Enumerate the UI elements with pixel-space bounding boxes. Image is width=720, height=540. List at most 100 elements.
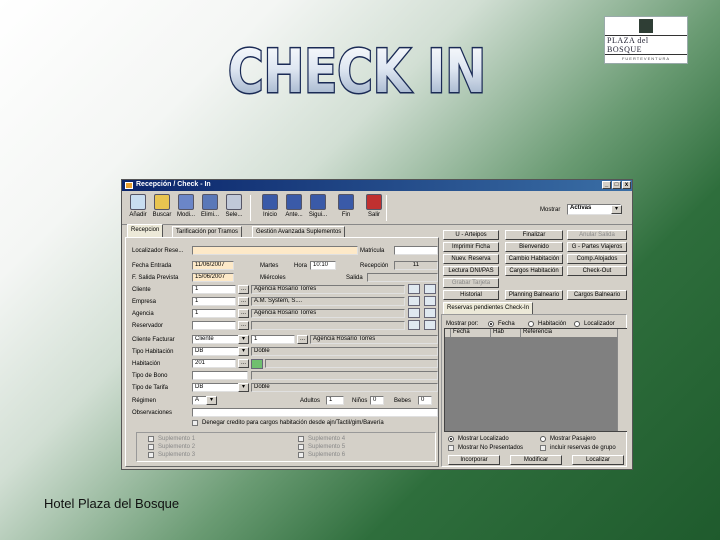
ninos-input[interactable]: 0 [370,396,384,405]
tipo-habitacion-dropdown-icon[interactable]: ▾ [238,347,249,356]
habitacion-input[interactable]: 201 [192,359,236,368]
facturar-code-input[interactable]: 1 [251,335,295,344]
maximize-button[interactable]: □ [612,181,621,189]
suplemento-6-checkbox[interactable] [298,452,304,458]
facturar-lookup-button[interactable]: ... [297,335,308,344]
action-button-4[interactable]: Imprimir Ficha [443,242,499,252]
minimize-button[interactable]: _ [602,181,611,189]
adultos-label: Adultos [300,398,321,404]
toolbar-button-1[interactable]: Añadir [126,194,150,224]
cliente-facturar-dropdown-icon[interactable]: ▾ [238,335,249,344]
reservador-code-input[interactable] [192,321,236,330]
empresa-code-input[interactable]: 1 [192,297,236,306]
empresa-lookup-button[interactable]: ... [238,297,249,306]
no-presentados-checkbox[interactable] [448,445,454,451]
bebes-input[interactable]: 0 [418,396,432,405]
toolbar-button-6[interactable]: Inicio [258,194,282,224]
toolbar-button-9[interactable]: Fin [334,194,358,224]
fecha-salida-input[interactable]: 15/06/2007 [192,273,234,282]
salida-label: Salida [346,275,363,281]
suplemento-3-checkbox[interactable] [148,452,154,458]
grabar-tarjeta-button[interactable]: Grabar Tarjeta [443,278,499,288]
grid-scrollbar[interactable] [617,329,627,431]
tab-suplementos[interactable]: Gestión Avanzada Suplementos [252,226,346,237]
toolbar-button-8[interactable]: Sigui... [306,194,330,224]
tab-reservas-pendientes[interactable]: Reservas pendientes Check-In [443,302,534,314]
toolbar-button-7[interactable]: Ante... [282,194,306,224]
tipo-tarifa-dropdown-icon[interactable]: ▾ [238,383,249,392]
localizar-button[interactable]: Localizar [572,455,624,465]
fecha-entrada-input[interactable]: 11/06/2007 [192,261,234,270]
toolbar-button-10[interactable]: Salir [362,194,386,224]
historial-button[interactable]: Historial [443,290,499,300]
toolbar-button-2[interactable]: Buscar [150,194,174,224]
radio-localizador[interactable] [574,321,580,327]
action-button-5[interactable]: Bienvenido [505,242,563,252]
recepcion-input: 11 [394,261,438,270]
agencia-code-input[interactable]: 1 [192,309,236,318]
suplemento-5-checkbox[interactable] [298,444,304,450]
pending-reservations-grid[interactable]: Fecha Hab Referencia [444,328,627,432]
suplemento-2-label: Suplemento 2 [158,444,196,450]
suplemento-3-label: Suplemento 3 [158,452,196,458]
action-button-6[interactable]: G - Partes Viajeros [567,242,627,252]
col-referencia[interactable]: Referencia [521,329,619,337]
action-button-11[interactable]: Cargos Habitación [505,266,563,276]
radio-fecha[interactable] [488,321,494,327]
col-hab[interactable]: Hab [491,329,521,337]
suplemento-2-checkbox[interactable] [148,444,154,450]
adultos-input[interactable]: 1 [326,396,344,405]
regimen-dropdown-icon[interactable]: ▾ [206,396,217,405]
action-button-8[interactable]: Cambio Habitación [505,254,563,264]
agencia-lookup-button[interactable]: ... [238,309,249,318]
action-button-2[interactable]: Finalizar [505,230,563,240]
toolbar-button-5[interactable]: Sele... [222,194,246,224]
habitacion-lookup-button[interactable]: ... [238,359,249,368]
suplemento-1-checkbox[interactable] [148,436,154,442]
mostrar-dropdown-icon[interactable]: ▾ [611,205,622,214]
add-icon [130,194,146,210]
empresa-card-icon[interactable] [408,296,420,306]
tipo-bono-select[interactable] [192,371,248,380]
matricula-input[interactable] [394,246,438,255]
close-button[interactable]: x [622,181,631,189]
action-button-1[interactable]: U - Arteipos [443,230,499,240]
cargos-balneario-button[interactable]: Cargos Balneario [567,290,627,300]
tab-recepcion[interactable]: Recepcion [127,224,164,237]
radio-mostrar-pasajero[interactable] [540,436,546,442]
modificar-button[interactable]: Modificar [510,455,562,465]
cliente-code-input[interactable]: 1 [192,285,236,294]
habitacion-status-icon[interactable] [251,359,263,369]
action-button-7[interactable]: Nuev. Reserva [443,254,499,264]
planning-balneario-button[interactable]: Planning Balneario [505,290,563,300]
cliente-edit-icon[interactable] [424,284,436,294]
action-button-9[interactable]: Comp.Alojados [567,254,627,264]
incorporar-button[interactable]: Incorporar [448,455,500,465]
action-button-10[interactable]: Lectura DNI/PAS [443,266,499,276]
action-button-12[interactable]: Check-Out [567,266,627,276]
app-icon [125,182,133,189]
tipo-bono-label: Tipo de Bono [132,373,168,379]
agencia-card-icon[interactable] [408,308,420,318]
action-button-3[interactable]: Anular Salida [567,230,627,240]
radio-mostrar-localizado[interactable] [448,436,454,442]
radio-habitacion[interactable] [528,321,534,327]
cliente-lookup-button[interactable]: ... [238,285,249,294]
denegar-checkbox[interactable] [192,420,198,426]
toolbar-button-3[interactable]: Modi... [174,194,198,224]
cliente-card-icon[interactable] [408,284,420,294]
localizador-input[interactable] [192,246,358,255]
reservador-edit-icon[interactable] [424,320,436,330]
reservador-lookup-button[interactable]: ... [238,321,249,330]
incluir-grupo-checkbox[interactable] [540,445,546,451]
empresa-edit-icon[interactable] [424,296,436,306]
suplemento-4-checkbox[interactable] [298,436,304,442]
habitacion-label: Habitación [132,361,161,367]
agencia-edit-icon[interactable] [424,308,436,318]
col-fecha[interactable]: Fecha [451,329,491,337]
toolbar-button-4[interactable]: Elimi... [198,194,222,224]
observaciones-input[interactable] [192,408,438,417]
hora-input[interactable]: 10:10 [310,261,336,270]
reservador-card-icon[interactable] [408,320,420,330]
tab-tarificacion[interactable]: Tarificación por Tramos [172,226,243,237]
